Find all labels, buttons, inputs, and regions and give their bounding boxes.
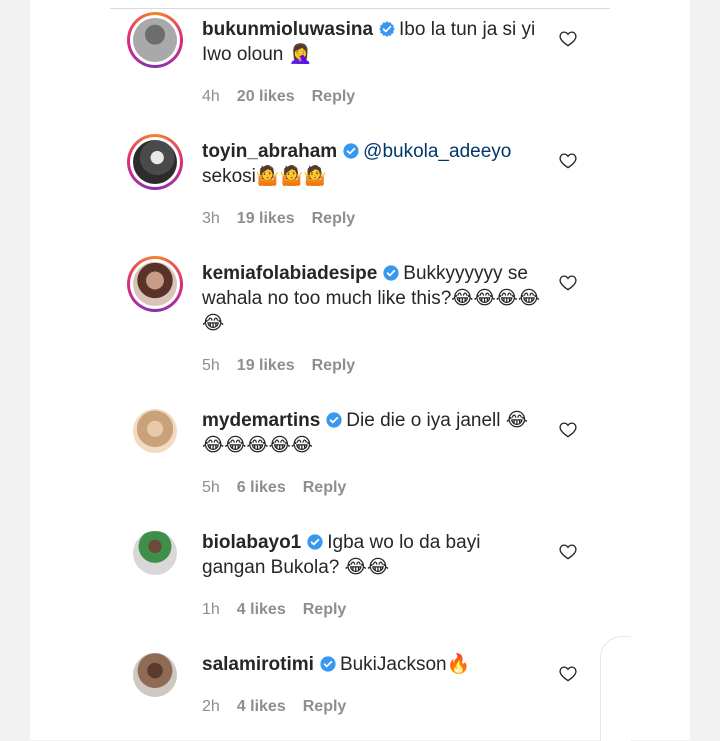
heart-icon[interactable] (559, 152, 577, 169)
heart-icon[interactable] (559, 543, 577, 560)
comment-meta: 5h 19 likes Reply (202, 357, 372, 375)
reply-button[interactable]: Reply (312, 357, 356, 374)
comment-likes[interactable]: 4 likes (237, 601, 286, 618)
comment-body: mydemartins Die die o iya janell 😂😂😂😂😂😂 (202, 408, 547, 458)
comment-text: sekosi🤷🤷🤷 (202, 166, 327, 187)
avatar[interactable] (127, 134, 183, 190)
verified-badge-icon (320, 656, 336, 672)
comment-likes[interactable]: 4 likes (237, 698, 286, 715)
comment-time: 2h (202, 698, 220, 715)
comments-top-divider (110, 0, 610, 9)
reply-button[interactable]: Reply (303, 601, 347, 618)
heart-icon[interactable] (559, 665, 577, 682)
comment-time: 4h (202, 88, 220, 105)
comment-meta: 5h 6 likes Reply (202, 479, 363, 497)
comment-meta: 4h 20 likes Reply (202, 88, 372, 106)
comment-username[interactable]: toyin_abraham (202, 141, 337, 162)
side-sheet-edge (600, 636, 631, 741)
comment-likes[interactable]: 19 likes (237, 357, 295, 374)
reply-button[interactable]: Reply (303, 479, 347, 496)
verified-badge-icon (307, 534, 323, 550)
comment-time: 1h (202, 601, 220, 618)
heart-icon[interactable] (559, 274, 577, 291)
heart-icon[interactable] (559, 30, 577, 47)
comment-likes[interactable]: 20 likes (237, 88, 295, 105)
verified-badge-icon (379, 21, 395, 37)
reply-button[interactable]: Reply (312, 88, 356, 105)
comment-body: biolabayo1 Igba wo lo da bayi gangan Buko… (202, 530, 547, 580)
comment-username[interactable]: kemiafolabiadesipe (202, 263, 377, 284)
comment-likes[interactable]: 6 likes (237, 479, 286, 496)
reply-button[interactable]: Reply (312, 210, 356, 227)
verified-badge-icon (383, 265, 399, 281)
avatar[interactable] (133, 653, 177, 697)
avatar[interactable] (127, 12, 183, 68)
comment-time: 5h (202, 357, 220, 374)
comment-meta: 3h 19 likes Reply (202, 210, 372, 228)
comment-meta: 2h 4 likes Reply (202, 698, 363, 716)
comment-text: BukiJackson🔥 (339, 654, 471, 675)
avatar[interactable] (127, 256, 183, 312)
comment-username[interactable]: salamirotimi (202, 654, 314, 675)
avatar[interactable] (133, 531, 177, 575)
avatar[interactable] (133, 409, 177, 453)
comment-body: salamirotimi BukiJackson🔥 (202, 652, 547, 677)
comment-body: kemiafolabiadesipe Bukkyyyyyy se wahala n… (202, 261, 547, 336)
comment-time: 5h (202, 479, 220, 496)
comment-username[interactable]: biolabayo1 (202, 532, 301, 553)
comment-time: 3h (202, 210, 220, 227)
verified-badge-icon (343, 143, 359, 159)
comment-body: toyin_abraham @bukola_adeeyo sekosi🤷🤷🤷 (202, 139, 547, 189)
heart-icon[interactable] (559, 421, 577, 438)
comment-meta: 1h 4 likes Reply (202, 601, 363, 619)
comment-username[interactable]: mydemartins (202, 410, 320, 431)
comment-username[interactable]: bukunmioluwasina (202, 19, 373, 40)
comment-likes[interactable]: 19 likes (237, 210, 295, 227)
verified-badge-icon (326, 412, 342, 428)
comment-mention[interactable]: @bukola_adeeyo (363, 141, 511, 162)
comment-body: bukunmioluwasina Ibo la tun ja si yi Iwo … (202, 17, 547, 67)
reply-button[interactable]: Reply (303, 698, 347, 715)
